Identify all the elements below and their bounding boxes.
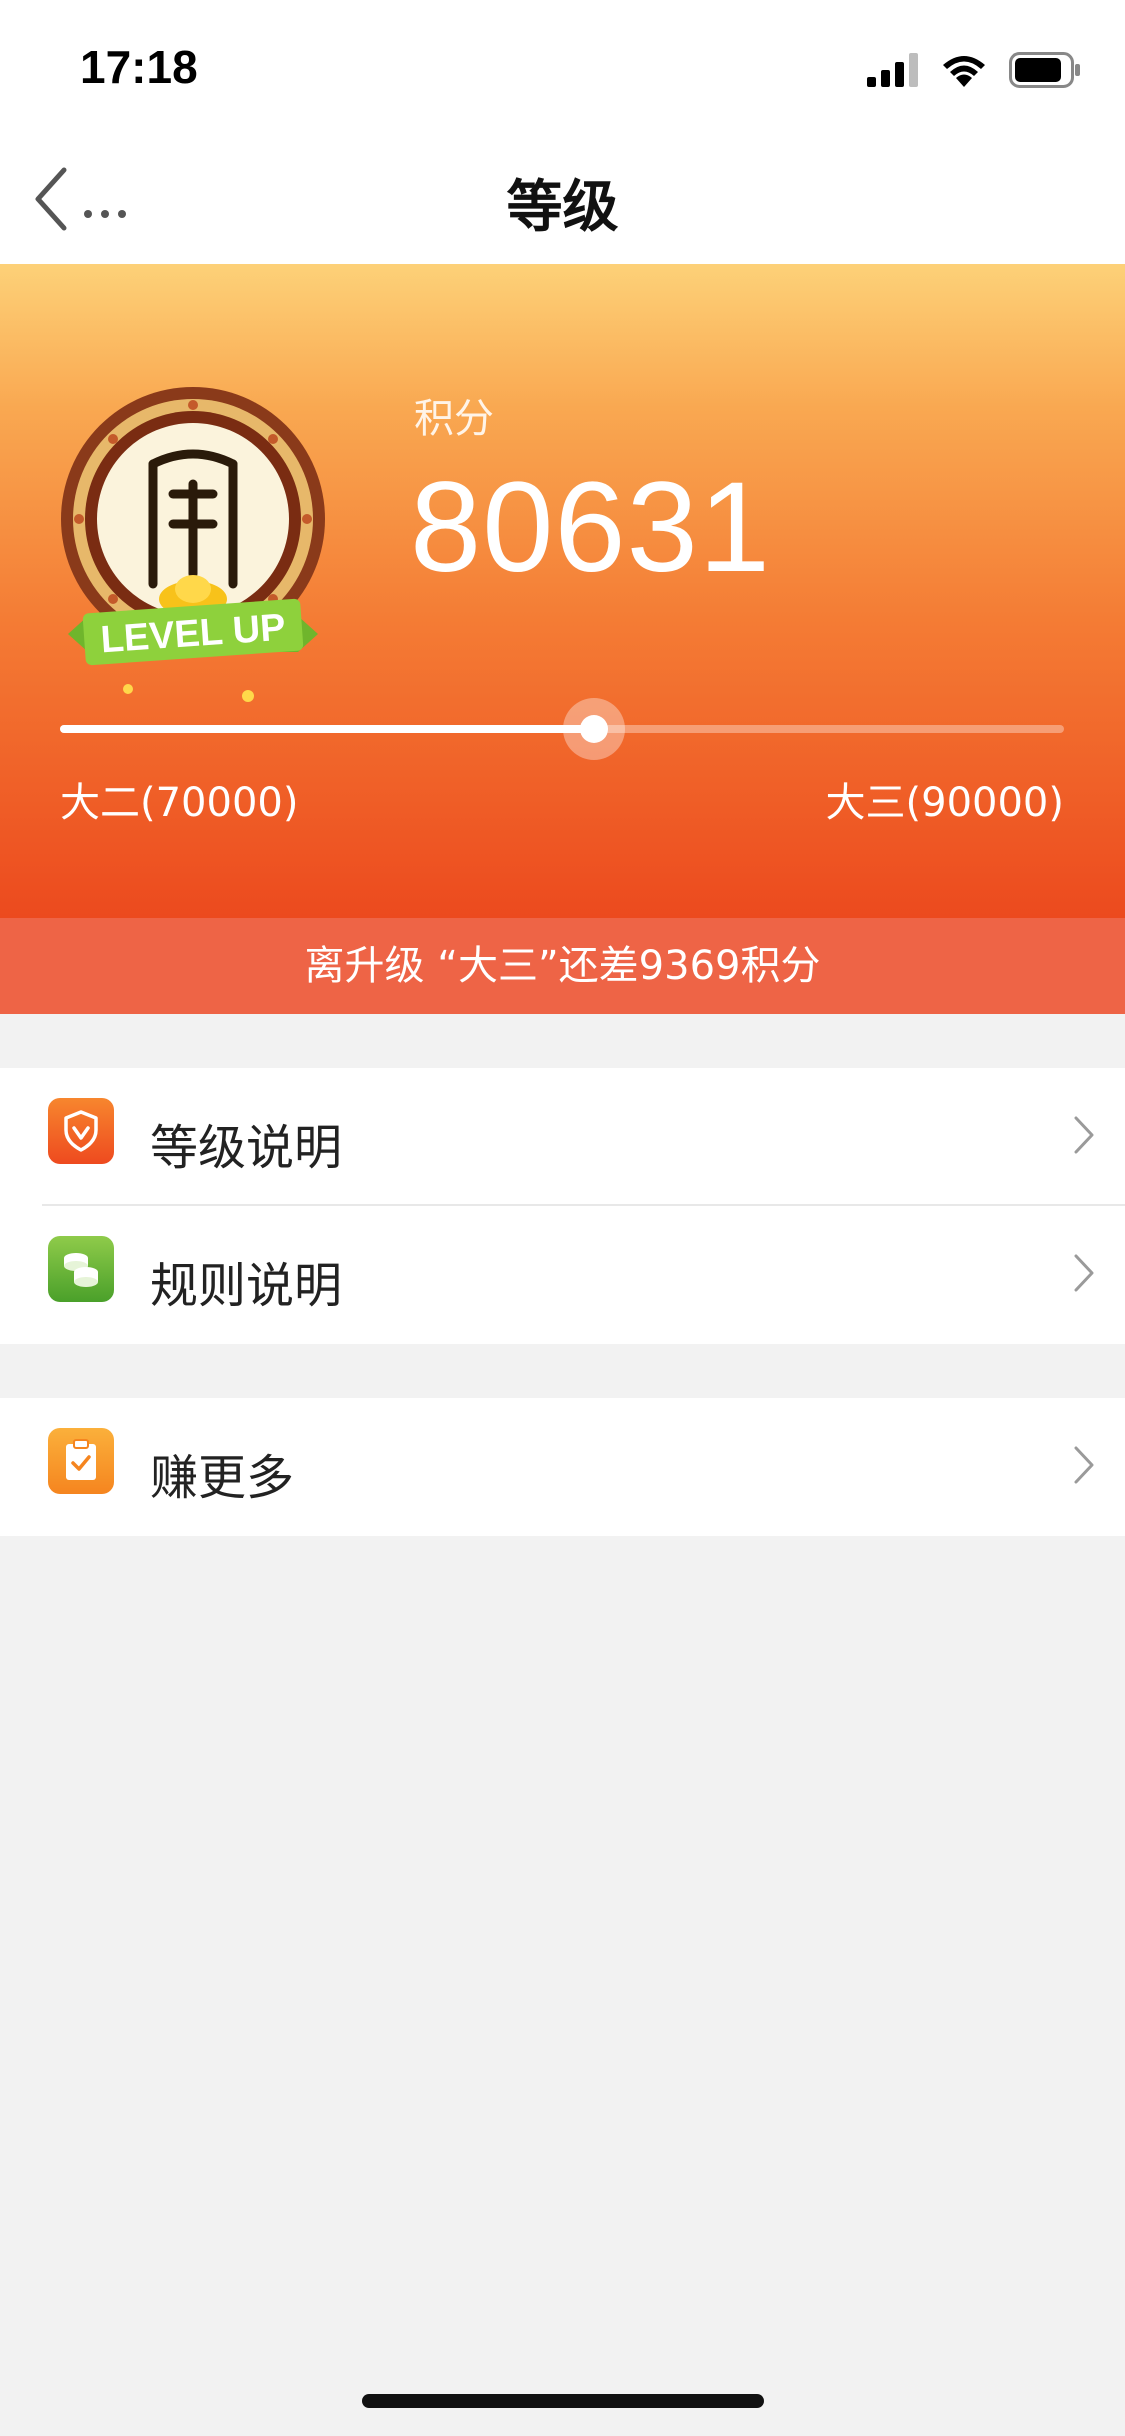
home-indicator[interactable] xyxy=(362,2394,764,2408)
menu-group-primary: 等级说明 规则说明 xyxy=(0,1068,1125,1344)
points-value: 80631 xyxy=(410,456,771,599)
coins-icon xyxy=(48,1236,114,1302)
points-hero: LEVEL UP 积分 80631 大二(70000) 大三(90000) xyxy=(0,264,1125,918)
chevron-right-icon xyxy=(1074,1116,1094,1154)
status-icons xyxy=(867,48,1081,92)
current-level-label: 大二(70000) xyxy=(60,780,299,826)
level-progress-knob xyxy=(562,698,625,760)
upgrade-notice: 离升级 “大三”还差9369积分 xyxy=(0,918,1125,1014)
level-progress-track xyxy=(60,698,1064,760)
menu-group-secondary: 赚更多 xyxy=(0,1398,1125,1536)
clipboard-check-icon xyxy=(48,1428,114,1494)
menu-item-earn-more[interactable]: 赚更多 xyxy=(0,1398,1125,1536)
battery-icon xyxy=(1009,52,1080,88)
status-time: 17:18 xyxy=(80,41,198,93)
level-progress-fill xyxy=(60,725,594,733)
chevron-right-icon xyxy=(1074,1254,1094,1292)
level-badge: LEVEL UP xyxy=(61,387,325,702)
points-label: 积分 xyxy=(414,396,494,442)
menu-item-label: 赚更多 xyxy=(150,1450,295,1506)
cellular-signal-icon xyxy=(867,53,918,87)
menu-item-label: 等级说明 xyxy=(150,1120,343,1176)
menu-item-label: 规则说明 xyxy=(150,1258,343,1314)
status-bar: 17:18 xyxy=(0,0,1125,132)
next-level-label: 大三(90000) xyxy=(825,780,1064,826)
shield-icon xyxy=(48,1098,114,1164)
chevron-right-icon xyxy=(1074,1446,1094,1484)
wifi-icon xyxy=(943,56,985,87)
menu-item-rules[interactable]: 规则说明 xyxy=(0,1206,1125,1344)
page-title: 等级 xyxy=(506,175,619,240)
menu-item-level-info[interactable]: 等级说明 xyxy=(0,1068,1125,1206)
nav-bar: 等级 xyxy=(0,132,1125,264)
